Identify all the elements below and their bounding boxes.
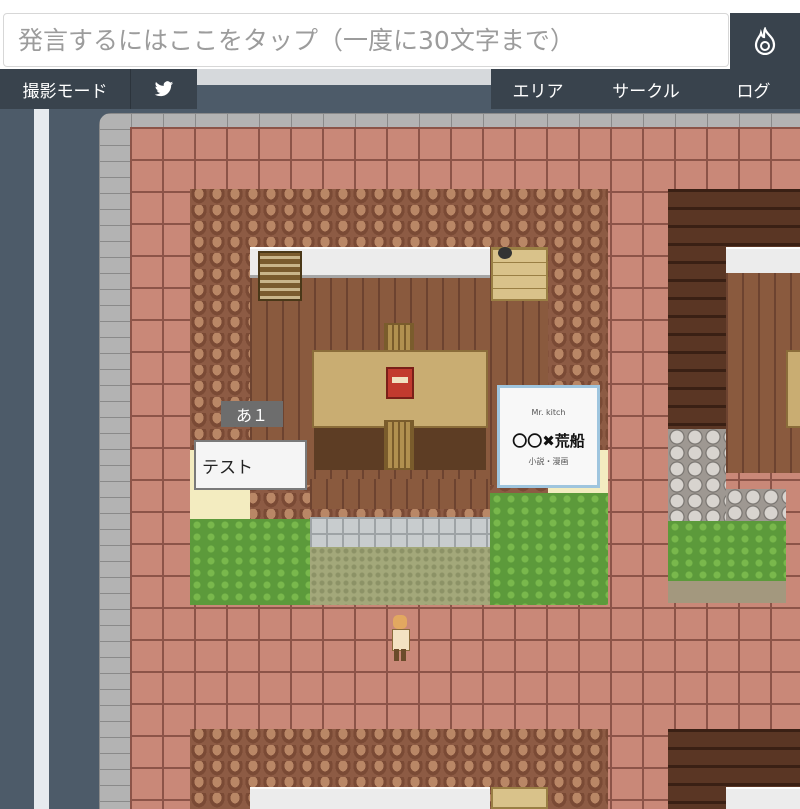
- poster-footer: 小説・漫画: [528, 457, 569, 466]
- chair: [384, 323, 414, 353]
- room-number-label: あ１: [221, 401, 283, 427]
- red-book-icon: [386, 367, 414, 399]
- chat-input[interactable]: [3, 13, 729, 67]
- grass-patch: [668, 521, 786, 581]
- circle-tab[interactable]: サークル: [585, 69, 707, 109]
- nav-divider: [197, 69, 491, 85]
- top-bar: [0, 0, 800, 69]
- poster-title: 〇〇✖荒船: [512, 432, 585, 450]
- tile-floor: [310, 517, 492, 547]
- outer-ground: [49, 109, 99, 809]
- brick-step: [668, 581, 786, 603]
- player-character[interactable]: [389, 615, 411, 663]
- chair: [384, 420, 414, 470]
- moss-floor: [310, 547, 492, 605]
- road-line: [34, 109, 49, 809]
- wall-shelf: [250, 787, 490, 809]
- room-name-sign[interactable]: テスト: [194, 440, 307, 490]
- phone-icon: [498, 247, 512, 259]
- nav-right: エリア サークル ログ: [491, 69, 800, 109]
- flame-icon: [754, 27, 776, 55]
- log-tab[interactable]: ログ: [707, 69, 800, 109]
- grass-patch: [190, 519, 310, 605]
- circle-poster[interactable]: Mr. kitch 〇〇✖荒船 小説・漫画: [497, 385, 600, 488]
- area-tab[interactable]: エリア: [491, 69, 585, 109]
- stone-path: [668, 429, 726, 521]
- poster-header: Mr. kitch: [531, 408, 566, 417]
- drawer-cabinet: [491, 787, 548, 809]
- nav-gap: [197, 85, 491, 109]
- table: [786, 350, 800, 428]
- twitter-bird-icon: [154, 80, 174, 96]
- room-floor-lower: [310, 479, 490, 509]
- twitter-button[interactable]: [131, 69, 197, 109]
- nav-left: 撮影モード: [0, 69, 197, 109]
- stone-path: [726, 489, 786, 521]
- photo-mode-button[interactable]: 撮影モード: [0, 69, 131, 109]
- game-map[interactable]: あ１ テスト Mr. kitch 〇〇✖荒船 小説・漫画: [0, 109, 800, 809]
- send-button[interactable]: [730, 13, 800, 69]
- outer-ground: [0, 109, 34, 809]
- wall-shelf: [726, 787, 800, 809]
- grass-patch: [490, 493, 608, 605]
- notice-stand: [258, 251, 302, 301]
